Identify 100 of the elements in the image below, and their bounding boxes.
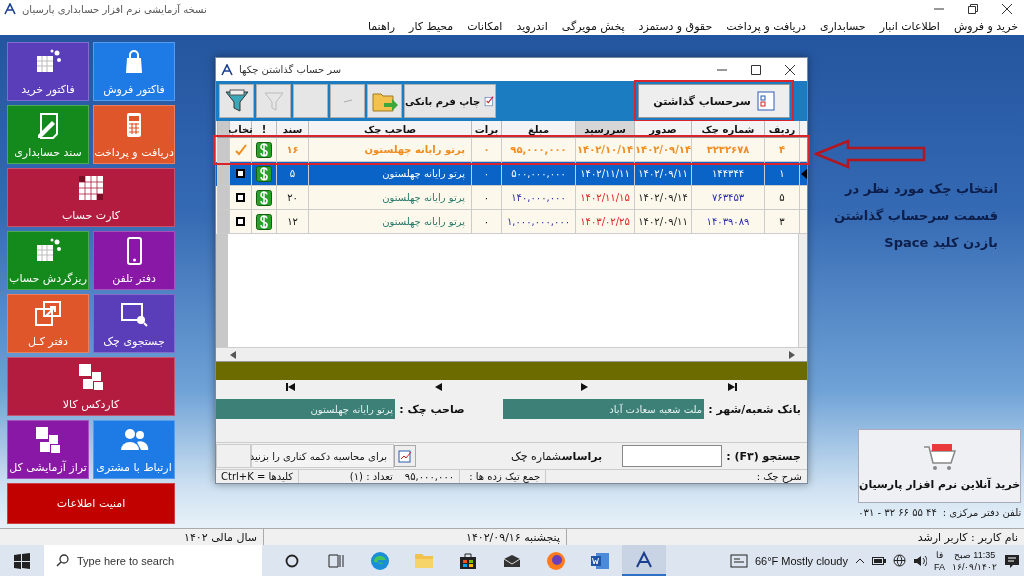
chevron-up-icon[interactable] bbox=[854, 557, 865, 564]
vertical-scrollbar[interactable] bbox=[798, 234, 807, 347]
scroll-right-icon[interactable] bbox=[789, 350, 795, 359]
tile-button[interactable]: فاکتور خرید bbox=[7, 42, 89, 101]
checkmark-icon[interactable] bbox=[234, 143, 247, 156]
money-icon bbox=[256, 189, 272, 206]
check-owner-label: صاحب چک : bbox=[399, 402, 465, 416]
table-row[interactable]: ۳ ۱۴۰۳۹۰۸۹ ۱۴۰۲/۰۹/۱۱ ۱۴۰۳/۰۲/۲۵ ۱,۰۰۰,۰۰۰,۰۰۰ ۰ پرتو رایانه چهلستون ۱۲ bbox=[216, 210, 807, 234]
phone-number: ۰۳۱ - ۳۲ ۶۶ ۵۵ ۴۴ bbox=[858, 507, 937, 518]
globe-icon[interactable] bbox=[892, 554, 906, 567]
row-selector-cell[interactable] bbox=[217, 210, 229, 234]
app-logo-icon bbox=[4, 3, 16, 15]
window-title: نسخه آزمایشی نرم افزار حسابداری پارسیان bbox=[22, 3, 207, 15]
checked-count: تعداد : (۱) bbox=[349, 471, 393, 482]
tile-label: امنیت اطلاعات bbox=[56, 497, 126, 510]
table-row[interactable]: ۱ ۱۴۴۳۴۴ ۱۴۰۲/۰۹/۱۱ ۱۴۰۲/۱۱/۱۱ ۵۰۰,۰۰۰,۰۰۰ ۰ پرتو رایانه چهلستون ۵ bbox=[216, 162, 807, 186]
print-bank-form-button[interactable]: چاپ فرم بانکی bbox=[404, 84, 496, 118]
horizontal-scrollbar[interactable] bbox=[216, 347, 807, 361]
menu-item[interactable]: خرید و فروش bbox=[953, 20, 1018, 33]
tile-button[interactable]: فاکتور فروش bbox=[93, 42, 175, 101]
last-record-icon[interactable] bbox=[727, 383, 737, 391]
weather-icon[interactable] bbox=[729, 553, 748, 568]
app-logo-icon bbox=[635, 550, 653, 569]
chart-pen-icon bbox=[398, 449, 412, 463]
close-icon[interactable] bbox=[785, 64, 795, 75]
post-checks-button[interactable]: سرحساب گذاشتن bbox=[638, 84, 790, 118]
squares-icon bbox=[33, 425, 63, 455]
row-selector-cell[interactable] bbox=[217, 162, 229, 186]
tile-label: فاکتور خرید bbox=[21, 83, 75, 96]
squares-icon bbox=[76, 362, 106, 392]
external-window-icon bbox=[33, 299, 63, 329]
menu-item[interactable]: اطلاعات انبار bbox=[879, 20, 940, 33]
menu-item[interactable]: اندروید bbox=[516, 20, 548, 33]
row-selector-cell[interactable] bbox=[217, 138, 229, 162]
previous-record-icon[interactable] bbox=[434, 383, 442, 391]
checked-total: ۹۵,۰۰۰,۰۰۰ bbox=[404, 471, 455, 482]
battery-icon[interactable] bbox=[871, 555, 886, 566]
first-record-icon[interactable] bbox=[286, 383, 295, 391]
checked-total-label: جمع تیک زده ها : bbox=[459, 470, 546, 483]
tile-label: کارت حساب bbox=[61, 209, 121, 222]
checkbox[interactable] bbox=[236, 169, 245, 178]
tile-label: سند حسابداری bbox=[14, 146, 82, 159]
money-icon bbox=[256, 213, 272, 230]
maximize-icon[interactable] bbox=[751, 64, 761, 75]
row-pointer-icon bbox=[800, 168, 807, 179]
menu-item[interactable]: محیط کار bbox=[409, 20, 454, 33]
close-icon[interactable] bbox=[1002, 4, 1012, 14]
shopping-bag-icon bbox=[459, 551, 477, 570]
search-label: جستجو (F۳) : bbox=[726, 449, 801, 463]
fox-globe-icon bbox=[546, 550, 566, 571]
phone-label: تلفن دفتر مرکزی : bbox=[942, 507, 1022, 518]
search-field[interactable] bbox=[622, 445, 723, 467]
taskbar-icon[interactable] bbox=[622, 545, 666, 576]
calendar-grid-icon bbox=[76, 173, 106, 203]
tile-button[interactable]: تراز آزمایشی کل bbox=[7, 420, 89, 479]
checkbox[interactable] bbox=[236, 217, 245, 226]
tile-label: ارتباط با مشتری bbox=[96, 461, 172, 474]
speaker-icon[interactable] bbox=[912, 554, 927, 567]
money-icon bbox=[256, 141, 272, 158]
tile-button[interactable]: ارتباط با مشتری bbox=[93, 420, 175, 479]
shop-card[interactable]: خرید آنلاین نرم افزار پارسیان bbox=[858, 429, 1022, 503]
clock[interactable]: 11:35 صبح ۱۶/۰۹/۱۴۰۲ bbox=[952, 548, 997, 573]
toolbar-button[interactable] bbox=[219, 84, 254, 118]
tile-button[interactable]: دفتر کـل bbox=[7, 294, 89, 353]
notification-icon[interactable] bbox=[1004, 552, 1020, 569]
search-by-text: براساسشماره چک bbox=[510, 449, 603, 463]
restore-icon[interactable] bbox=[968, 4, 978, 14]
tile-label: کاردکس کالا bbox=[62, 398, 120, 411]
next-record-icon[interactable] bbox=[581, 383, 589, 391]
check-owner-field: پرتو رایانه چهلستون bbox=[216, 399, 396, 419]
menu-item[interactable]: امکانات bbox=[467, 20, 503, 33]
tile-button[interactable]: امنیت اطلاعات bbox=[7, 483, 175, 524]
fiscal-year: سال مالی ۱۴۰۲ bbox=[183, 529, 258, 545]
tile-label: دفتر کـل bbox=[28, 335, 68, 348]
tile-button[interactable]: کاردکس کالا bbox=[7, 357, 175, 416]
menu-item[interactable]: حقوق و دستمزد bbox=[638, 20, 713, 33]
menu-item[interactable]: دریافت و پرداخت bbox=[726, 20, 806, 33]
scroll-left-icon[interactable] bbox=[230, 350, 236, 359]
menu-item[interactable]: راهنما bbox=[367, 20, 396, 33]
tile-button[interactable]: سند حسابداری bbox=[7, 105, 89, 164]
tile-button[interactable]: دریافت و پرداخت bbox=[93, 105, 175, 164]
taskbar-search-field[interactable]: Type here to search bbox=[44, 545, 262, 576]
checkbox[interactable] bbox=[236, 193, 245, 202]
tile-button[interactable]: جستجوی چک bbox=[93, 294, 175, 353]
dash-icon bbox=[343, 99, 352, 103]
windows-logo-icon bbox=[14, 552, 30, 569]
weather-text[interactable]: 66°F Mostly cloudy bbox=[754, 554, 848, 567]
tile-button[interactable]: کارت حساب bbox=[7, 168, 175, 227]
row-selector-cell[interactable] bbox=[217, 186, 229, 210]
tile-button[interactable]: دفتر تلفن bbox=[93, 231, 175, 290]
tile-button[interactable]: ریزگردش حساب bbox=[7, 231, 89, 290]
tile-label: دفتر تلفن bbox=[112, 272, 156, 285]
document-checklist-icon bbox=[756, 91, 775, 111]
calculate-button[interactable] bbox=[394, 445, 416, 467]
menu-item[interactable]: پخش مویرگی bbox=[561, 20, 625, 33]
app-logo-icon bbox=[221, 63, 233, 76]
tile-label: تراز آزمایشی کل bbox=[9, 461, 87, 474]
table-row[interactable]: ۵ ۷۶۳۴۵۳ ۱۴۰۲/۰۹/۱۴ ۱۴۰۲/۱۱/۱۵ ۱۴۰,۰۰۰,۰۰۰ ۰ پرتو رایانه چهلستون ۲۰ bbox=[216, 186, 807, 210]
menu-item[interactable]: حسابداری bbox=[819, 20, 866, 33]
tile-label: فاکتور فروش bbox=[103, 83, 165, 96]
